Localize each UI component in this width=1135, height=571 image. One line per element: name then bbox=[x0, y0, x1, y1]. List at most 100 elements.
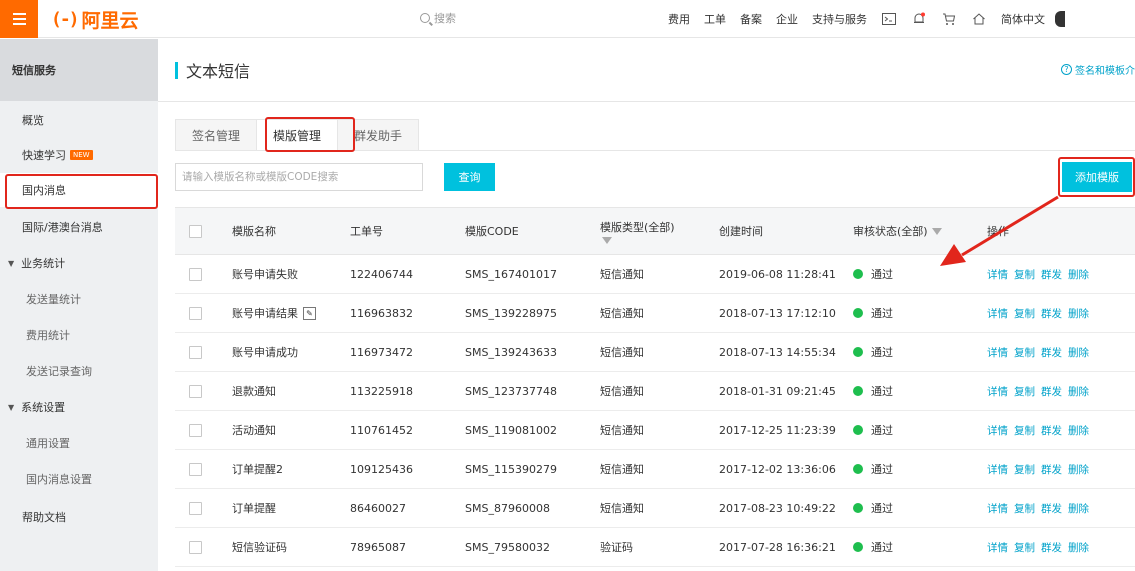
cell-template-name: 账号申请结果 ✎ bbox=[232, 294, 316, 332]
copy-link[interactable]: 复制 bbox=[1014, 501, 1035, 516]
sidebar-item-send-stats[interactable]: 发送量统计 bbox=[0, 282, 158, 316]
template-search-input[interactable] bbox=[175, 163, 423, 191]
cell-template-name: 活动通知 bbox=[232, 424, 276, 437]
col-review-status[interactable]: 审核状态(全部) bbox=[853, 208, 942, 254]
global-search[interactable]: 搜索 bbox=[420, 10, 456, 26]
aliyun-logo[interactable]: (-) 阿里云 bbox=[51, 6, 139, 32]
nav-fees[interactable]: 费用 bbox=[668, 11, 690, 27]
cell-template-code: SMS_87960008 bbox=[465, 501, 550, 515]
bulk-send-link[interactable]: 群发 bbox=[1041, 540, 1062, 555]
delete-link[interactable]: 删除 bbox=[1068, 423, 1089, 438]
tab-templates[interactable]: 模版管理 bbox=[256, 119, 338, 151]
cell-template-type: 短信通知 bbox=[600, 346, 644, 359]
sidebar-item-quick-learn[interactable]: 快速学习 NEW bbox=[0, 138, 158, 172]
tab-bulk-send[interactable]: 群发助手 bbox=[337, 119, 420, 151]
cell-template-type: 短信通知 bbox=[600, 385, 644, 398]
row-checkbox[interactable] bbox=[189, 489, 202, 527]
tabs-divider bbox=[175, 150, 1135, 151]
col-template-type[interactable]: 模版类型(全部) bbox=[600, 208, 675, 254]
sidebar-item-send-records[interactable]: 发送记录查询 bbox=[0, 354, 158, 388]
bulk-send-link[interactable]: 群发 bbox=[1041, 306, 1062, 321]
sidebar-item-domestic-settings[interactable]: 国内消息设置 bbox=[0, 462, 158, 496]
sidebar-item-fee-stats[interactable]: 费用统计 bbox=[0, 318, 158, 352]
cell-template-code: SMS_119081002 bbox=[465, 423, 557, 437]
cell-template-name: 订单提醒2 bbox=[232, 463, 283, 476]
sidebar-group-settings[interactable]: ▼ 系统设置 bbox=[0, 390, 158, 424]
terminal-icon[interactable] bbox=[881, 11, 897, 27]
caret-down-icon: ▼ bbox=[8, 258, 15, 268]
details-link[interactable]: 详情 bbox=[987, 306, 1008, 321]
details-link[interactable]: 详情 bbox=[987, 462, 1008, 477]
bulk-send-link[interactable]: 群发 bbox=[1041, 345, 1062, 360]
bulk-send-link[interactable]: 群发 bbox=[1041, 501, 1062, 516]
cart-icon[interactable] bbox=[941, 11, 957, 27]
row-checkbox[interactable] bbox=[189, 450, 202, 488]
select-all-checkbox[interactable] bbox=[189, 208, 202, 254]
filter-icon[interactable] bbox=[602, 236, 612, 244]
bulk-send-link[interactable]: 群发 bbox=[1041, 384, 1062, 399]
sidebar-item-help[interactable]: 帮助文档 bbox=[0, 500, 158, 534]
status-dot-icon bbox=[853, 308, 863, 318]
bell-icon[interactable] bbox=[911, 11, 927, 27]
row-checkbox[interactable] bbox=[189, 333, 202, 371]
table-row: 账号申请成功 116973472 SMS_139243633 短信通知 2018-07-… bbox=[175, 333, 1135, 372]
details-link[interactable]: 详情 bbox=[987, 345, 1008, 360]
nav-support[interactable]: 支持与服务 bbox=[812, 11, 867, 27]
sidebar-item-overview[interactable]: 概览 bbox=[0, 103, 158, 137]
details-link[interactable]: 详情 bbox=[987, 384, 1008, 399]
row-checkbox[interactable] bbox=[189, 255, 202, 293]
details-link[interactable]: 详情 bbox=[987, 540, 1008, 555]
delete-link[interactable]: 删除 bbox=[1068, 345, 1089, 360]
delete-link[interactable]: 删除 bbox=[1068, 501, 1089, 516]
cell-ticket-number: 113225918 bbox=[350, 384, 413, 398]
help-link[interactable]: ? 签名和模板介 bbox=[1061, 62, 1135, 77]
details-link[interactable]: 详情 bbox=[987, 501, 1008, 516]
sidebar-group-stats[interactable]: ▼ 业务统计 bbox=[0, 246, 158, 280]
query-button[interactable]: 查询 bbox=[444, 163, 495, 191]
delete-link[interactable]: 删除 bbox=[1068, 306, 1089, 321]
sidebar-item-domestic[interactable]: 国内消息 bbox=[0, 173, 158, 207]
nav-enterprise[interactable]: 企业 bbox=[776, 11, 798, 27]
copy-link[interactable]: 复制 bbox=[1014, 345, 1035, 360]
edit-icon[interactable]: ✎ bbox=[303, 306, 316, 320]
nav-icp[interactable]: 备案 bbox=[740, 11, 762, 27]
cell-review-status: 通过 bbox=[853, 450, 893, 488]
cell-ticket-number: 116963832 bbox=[350, 306, 413, 320]
row-checkbox[interactable] bbox=[189, 528, 202, 566]
add-template-button[interactable]: 添加模版 bbox=[1062, 162, 1132, 192]
nav-tickets[interactable]: 工单 bbox=[704, 11, 726, 27]
delete-link[interactable]: 删除 bbox=[1068, 267, 1089, 282]
row-checkbox[interactable] bbox=[189, 372, 202, 410]
avatar[interactable] bbox=[1055, 11, 1065, 27]
delete-link[interactable]: 删除 bbox=[1068, 540, 1089, 555]
home-icon[interactable] bbox=[971, 11, 987, 27]
language-switch[interactable]: 简体中文 bbox=[1001, 11, 1045, 27]
details-link[interactable]: 详情 bbox=[987, 423, 1008, 438]
copy-link[interactable]: 复制 bbox=[1014, 384, 1035, 399]
copy-link[interactable]: 复制 bbox=[1014, 306, 1035, 321]
cell-created-time: 2017-07-28 16:36:21 bbox=[719, 540, 836, 554]
bulk-send-link[interactable]: 群发 bbox=[1041, 423, 1062, 438]
table-row: 短信验证码 78965087 SMS_79580032 验证码 2017-07-28 1… bbox=[175, 528, 1135, 567]
details-link[interactable]: 详情 bbox=[987, 267, 1008, 282]
copy-link[interactable]: 复制 bbox=[1014, 267, 1035, 282]
delete-link[interactable]: 删除 bbox=[1068, 462, 1089, 477]
delete-link[interactable]: 删除 bbox=[1068, 384, 1089, 399]
bulk-send-link[interactable]: 群发 bbox=[1041, 267, 1062, 282]
bulk-send-link[interactable]: 群发 bbox=[1041, 462, 1062, 477]
status-dot-icon bbox=[853, 503, 863, 513]
tab-signatures[interactable]: 签名管理 bbox=[175, 119, 257, 151]
col-template-code: 模版CODE bbox=[465, 225, 519, 238]
cell-created-time: 2018-07-13 17:12:10 bbox=[719, 306, 836, 320]
menu-icon[interactable] bbox=[0, 0, 38, 38]
row-checkbox[interactable] bbox=[189, 411, 202, 449]
cell-review-status: 通过 bbox=[853, 411, 893, 449]
filter-icon[interactable] bbox=[931, 227, 942, 235]
search-label: 搜索 bbox=[434, 12, 456, 25]
sidebar-item-international[interactable]: 国际/港澳台消息 bbox=[0, 210, 158, 244]
copy-link[interactable]: 复制 bbox=[1014, 423, 1035, 438]
copy-link[interactable]: 复制 bbox=[1014, 540, 1035, 555]
copy-link[interactable]: 复制 bbox=[1014, 462, 1035, 477]
row-checkbox[interactable] bbox=[189, 294, 202, 332]
sidebar-item-general-settings[interactable]: 通用设置 bbox=[0, 426, 158, 460]
